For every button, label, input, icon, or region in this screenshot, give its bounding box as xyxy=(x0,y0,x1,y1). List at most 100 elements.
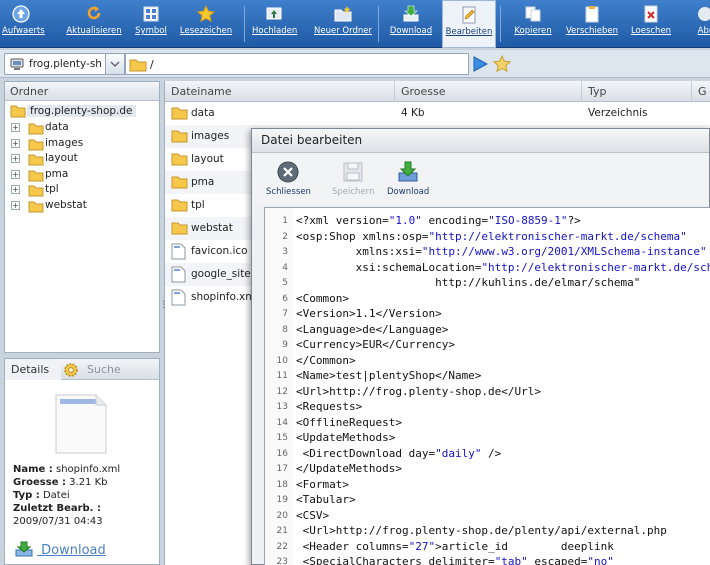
go-arrow-icon[interactable] xyxy=(472,56,488,72)
toolbar-move-button[interactable]: Verschieben xyxy=(562,0,622,48)
host-dropdown-button[interactable] xyxy=(105,53,125,75)
code-editor[interactable]: 1 <?xml version="1.0" encoding="ISO-8859-… xyxy=(264,207,710,565)
folder-icon xyxy=(28,170,44,181)
folder-icon xyxy=(28,201,44,212)
code-token: <CSV> xyxy=(296,508,330,522)
move-icon xyxy=(585,6,599,23)
tree-item-layout[interactable]: + layout xyxy=(5,151,159,167)
file-size: 4 Kb xyxy=(401,107,425,119)
toolbar-refresh-label: Aktualisieren xyxy=(66,26,122,36)
toolbar-symbol-label: Symbol xyxy=(135,26,167,36)
address-bar: frog.plenty-sh / xyxy=(0,50,710,78)
tab-details[interactable]: Details xyxy=(5,359,61,380)
tree-item-webstat[interactable]: + webstat xyxy=(5,198,159,214)
dialog-download-label: Download xyxy=(387,187,430,197)
file-name: webstat xyxy=(191,222,233,234)
code-line: 18 <Format> xyxy=(265,478,710,494)
details-line: Name : shopinfo.xml xyxy=(13,463,120,476)
tree-item-images[interactable]: + images xyxy=(5,136,159,152)
close-button[interactable]: Schliessen xyxy=(266,161,311,197)
file-row[interactable]: data 4 Kb Verzeichnis xyxy=(165,102,710,125)
toolbar-bookmarks-button[interactable]: Lesezeichen xyxy=(176,0,236,48)
code-text: </UpdateMethods> xyxy=(296,462,402,475)
tab-search[interactable]: Suche xyxy=(87,363,121,376)
save-button[interactable]: Speichern xyxy=(332,161,374,197)
expand-icon[interactable]: + xyxy=(11,154,20,163)
path-value: / xyxy=(150,58,154,71)
toolbar-delete-button[interactable]: Loeschen xyxy=(626,0,676,48)
code-line: 14 <OfflineRequest> xyxy=(265,416,710,432)
expand-icon[interactable]: + xyxy=(11,138,20,148)
gear-icon[interactable] xyxy=(63,362,79,378)
code-line: 17 </UpdateMethods> xyxy=(265,462,710,478)
code-token: <Format> xyxy=(296,477,349,491)
folder-icon xyxy=(171,130,188,143)
code-token: <Url>http://frog.plenty-shop.de</Url> xyxy=(296,384,542,398)
column-header-name[interactable]: Dateiname xyxy=(165,81,395,102)
code-text: <Tabular> xyxy=(296,493,356,506)
expand-icon[interactable]: + xyxy=(11,123,20,132)
toolbar-download-button[interactable]: Download xyxy=(388,0,434,48)
column-header-size[interactable]: Groesse xyxy=(395,81,582,102)
details-info: Name : shopinfo.xml Groesse : 3.21 Kb Typ … xyxy=(13,463,120,528)
file-name: tpl xyxy=(191,199,205,211)
toolbar-edit-button[interactable]: Bearbeiten xyxy=(442,0,496,48)
line-number: 17 xyxy=(276,464,288,474)
toolbar-copy-button[interactable]: Kopieren xyxy=(508,0,558,48)
dialog-download-button[interactable]: Download xyxy=(387,161,429,197)
code-text: <Format> xyxy=(296,478,349,491)
tree-item-label: images xyxy=(45,136,84,149)
path-input[interactable]: / xyxy=(125,53,469,75)
details-line: Typ : Datei xyxy=(13,489,120,502)
toolbar-symbol-button[interactable]: Symbol xyxy=(134,0,168,48)
code-text: <Name>test|plentyShop</Name> xyxy=(296,369,481,382)
code-text: <CSV> xyxy=(296,509,329,522)
toolbar-refresh-button[interactable]: Aktualisieren xyxy=(62,0,126,48)
line-number: 8 xyxy=(282,324,288,335)
code-token: </UpdateMethods> xyxy=(296,462,402,475)
code-text: http://kuhlins.de/elmar/schema" xyxy=(296,276,640,289)
code-line: 9 <Currency>EUR</Currency> xyxy=(265,338,710,354)
expand-icon[interactable]: + xyxy=(11,169,20,179)
toolbar-cut-button[interactable]: Abr xyxy=(690,0,710,48)
code-line: 8 <Language>de</Language> xyxy=(265,323,710,339)
details-download-link[interactable]: Download xyxy=(15,541,106,558)
cancel-icon xyxy=(698,7,710,21)
code-string: "http://www.w3.org/2001/XMLSchema-instan… xyxy=(421,245,707,258)
toolbar-up-button[interactable]: Aufwaerts xyxy=(2,0,45,48)
document-preview-icon xyxy=(55,394,107,454)
close-icon xyxy=(277,161,299,183)
line-number: 7 xyxy=(282,309,288,319)
details-value: Datei xyxy=(39,490,70,501)
code-content[interactable]: 1 <?xml version="1.0" encoding="ISO-8859-… xyxy=(265,214,710,565)
code-token: /> xyxy=(481,446,502,460)
tree-item-data[interactable]: + data xyxy=(5,120,159,136)
code-token: >article_id deeplink xyxy=(435,539,614,553)
toolbar-newfolder-button[interactable]: Neuer Ordner xyxy=(307,0,379,48)
tree-root[interactable]: frog.plenty-shop.de xyxy=(5,104,159,120)
column-header-date[interactable]: G xyxy=(692,81,710,102)
folder-icon xyxy=(28,154,44,166)
host-select[interactable]: frog.plenty-sh xyxy=(4,53,120,75)
toolbar-upload-button[interactable]: Hochladen xyxy=(252,0,297,48)
folder-icon xyxy=(171,199,188,212)
tree-item-tpl[interactable]: + tpl xyxy=(5,182,159,198)
tree-item-pma[interactable]: + pma xyxy=(5,167,159,183)
folder-icon xyxy=(171,176,188,189)
code-token: encoding= xyxy=(421,214,489,227)
column-header-type[interactable]: Typ xyxy=(582,81,692,102)
details-value: 3.21 Kb xyxy=(65,477,108,488)
line-number: 1 xyxy=(282,216,288,226)
expand-icon[interactable]: + xyxy=(11,185,20,194)
code-line: 2 <osp:Shop xmlns:osp="http://elektronisc… xyxy=(265,230,710,246)
code-token: <Tabular> xyxy=(296,493,356,506)
line-number: 2 xyxy=(282,231,288,242)
code-text: <OfflineRequest> xyxy=(296,416,402,429)
code-token: <Language>de</Language> xyxy=(296,322,449,336)
toolbar-cut-label: Abr xyxy=(697,26,710,36)
save-label: Speichern xyxy=(332,187,375,197)
bookmark-star-icon[interactable] xyxy=(493,55,511,73)
expand-icon[interactable]: + xyxy=(11,200,20,210)
code-line: 12 <Url>http://frog.plenty-shop.de</Url> xyxy=(265,385,710,401)
file-name: shopinfo.xml xyxy=(191,291,259,303)
